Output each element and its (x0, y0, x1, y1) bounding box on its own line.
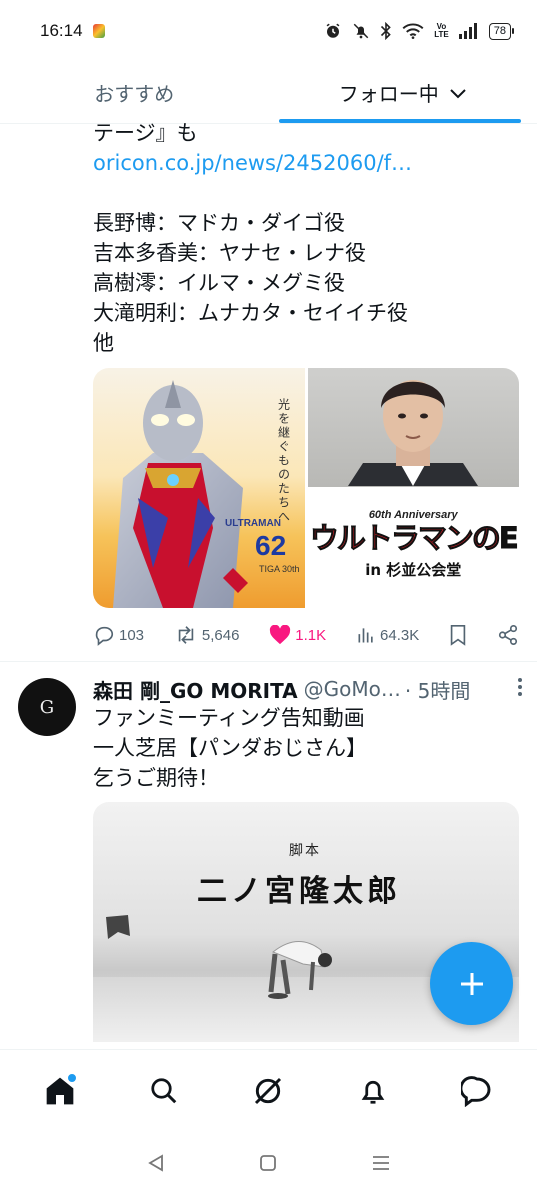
chevron-down-icon[interactable] (449, 81, 467, 105)
reply-count: 103 (119, 626, 145, 644)
volte-icon: Vo LTE (434, 23, 449, 39)
event-logo-title-tail: E (498, 521, 519, 556)
tweet-text-line: 大滝明利：ムナカタ・セイイチ役 (93, 301, 408, 325)
views-count: 64.3K (380, 626, 420, 644)
back-icon[interactable] (146, 1153, 166, 1177)
poster-ultraman-label: ULTRAMAN (225, 518, 281, 529)
nav-home[interactable] (35, 1066, 85, 1116)
reply-icon (95, 626, 114, 646)
nav-search[interactable] (139, 1066, 189, 1116)
avatar-letter: G (39, 696, 55, 718)
mute-icon (352, 22, 370, 40)
tweet-author-name[interactable]: 森田 剛_GO MORITA (93, 675, 298, 704)
actor-portrait-image[interactable] (307, 368, 519, 487)
tweet-text-line: 乞うご期待！ (93, 766, 219, 790)
bookmark-button[interactable] (449, 624, 467, 646)
tweet-text-line: 長野博：マドカ・ダイゴ役 (93, 211, 345, 235)
recents-icon[interactable] (371, 1153, 391, 1177)
compose-fab[interactable] (430, 942, 513, 1025)
tweet-author-handle[interactable]: @GoMo… (304, 677, 401, 701)
event-logo-image[interactable]: 60th Anniversary ウルトラマンのE in 杉並公会堂 (307, 489, 519, 608)
tweet-text-line: 他 (93, 331, 114, 355)
tweet-text-line: ファンミーティング告知動画 (93, 706, 365, 730)
more-options-icon[interactable] (517, 677, 523, 702)
like-button[interactable]: 1.1K (269, 625, 326, 645)
event-venue-text: in 杉並公会堂 (365, 561, 462, 580)
reply-button[interactable]: 103 (93, 624, 144, 646)
nav-messages[interactable] (452, 1066, 502, 1116)
tweet-media-grid: 光を継ぐものたちへ ULTRAMAN 62 TIGA 30th 60th Ann… (93, 368, 519, 608)
bluetooth-icon (380, 22, 392, 40)
portrait-figure-icon (347, 380, 478, 486)
video-credit-name: 二ノ宮隆太郎 (197, 874, 401, 909)
avatar[interactable]: G (18, 678, 76, 736)
bottom-nav (0, 1049, 537, 1131)
repost-button[interactable]: 5,646 (174, 624, 240, 646)
status-time: 16:14 (40, 21, 83, 40)
bookmark-icon (450, 625, 466, 646)
notifications-icon (361, 1080, 384, 1104)
hanging-cloth-icon (106, 915, 130, 939)
grok-icon (255, 1077, 282, 1104)
messages-icon (460, 1075, 491, 1107)
tweet-text-line: 吉本多香美：ヤナセ・レナ役 (93, 241, 366, 265)
tab-recommended[interactable]: おすすめ (0, 62, 269, 123)
status-icons: Vo LTE 78 (324, 22, 515, 40)
home-notification-dot (67, 1072, 78, 1083)
home-button-icon[interactable] (258, 1153, 278, 1177)
tweet-text-line: テージ』も (93, 121, 198, 145)
alarm-icon (324, 22, 342, 40)
like-count: 1.1K (295, 626, 327, 644)
tweet-header: 森田 剛_GO MORITA @GoMo… · 5時間 (93, 673, 523, 705)
tweet-text-blank (93, 178, 513, 208)
tweet-link[interactable]: oricon.co.jp/news/2452060/f… (93, 148, 513, 178)
views-button[interactable]: 64.3K (356, 625, 419, 645)
tweet-text[interactable]: テージ』も oricon.co.jp/news/2452060/f… 長野博：マ… (93, 118, 513, 358)
volte-bottom: LTE (434, 30, 449, 39)
tweet-text-line: 一人芝居【パンダおじさん】 (93, 736, 368, 760)
event-logo-title: ウルトラマンのE (309, 521, 519, 556)
timeline-tabs: おすすめ フォロー中 (0, 62, 537, 124)
ultraman-figure-icon (113, 380, 248, 608)
tab-following-label: フォロー中 (338, 82, 439, 106)
tweet-text-line: 高樹澪：イルマ・メグミ役 (93, 271, 345, 295)
tweet-text[interactable]: ファンミーティング告知動画 一人芝居【パンダおじさん】 乞うご期待！ (93, 703, 513, 793)
nav-notifications[interactable] (348, 1066, 398, 1116)
video-credit-label: 脚本 (289, 843, 321, 859)
event-anniversary-text: 60th Anniversary (368, 509, 458, 522)
share-button[interactable] (497, 624, 519, 646)
ultraman-tiga-poster-image[interactable]: 光を継ぐものたちへ ULTRAMAN 62 TIGA 30th (93, 368, 305, 608)
views-icon (358, 628, 373, 643)
wifi-icon (402, 23, 424, 39)
poster-sub-label: TIGA 30th (259, 564, 300, 574)
tab-following[interactable]: フォロー中 (269, 62, 537, 123)
status-bar: 16:14 Vo LTE 78 (0, 0, 537, 62)
repost-icon (178, 626, 194, 644)
tab-recommended-label: おすすめ (94, 82, 175, 106)
nav-grok[interactable] (243, 1066, 293, 1116)
performer-figure-icon (268, 941, 332, 999)
plus-icon (460, 972, 483, 995)
poster-vertical-text: 光を継ぐものたちへ (276, 398, 291, 524)
tweet-actions: 103 5,646 1.1K 64.3K (93, 620, 519, 650)
app-notification-icon (92, 24, 105, 38)
battery-icon: 78 (488, 22, 515, 40)
system-nav (0, 1131, 537, 1199)
repost-count: 5,646 (201, 626, 240, 644)
tweet-divider (0, 661, 537, 662)
tweet-timestamp[interactable]: · 5時間 (405, 675, 470, 704)
signal-icon (458, 23, 479, 39)
share-icon (498, 625, 518, 645)
heart-icon (270, 625, 291, 645)
search-icon (151, 1077, 177, 1103)
event-logo-title-main: ウルトラマンの (309, 521, 501, 556)
poster-number: 62 (255, 530, 287, 561)
